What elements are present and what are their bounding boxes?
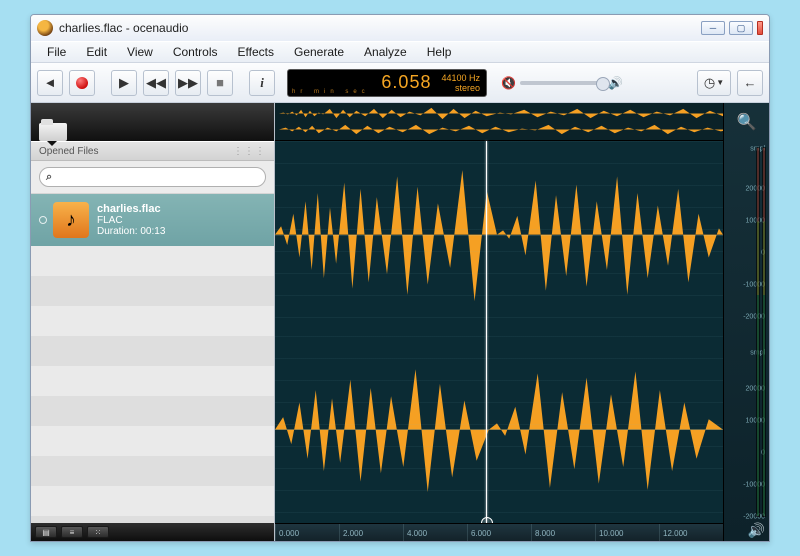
nav-back-button[interactable]: ← [737, 70, 763, 96]
ruler-tick: 4.000 [403, 524, 467, 541]
ruler-tick: 2.000 [339, 524, 403, 541]
skip-back-button[interactable]: ◄ [37, 70, 63, 96]
search-icon: ⌕ [46, 171, 52, 184]
zoom-icon: 🔍 [737, 112, 757, 132]
view-list-button[interactable]: ▤ [35, 526, 57, 538]
volume-control: 🔇 🔊 [501, 76, 623, 90]
meter-l [756, 147, 760, 517]
time-meta: 44100 Hz stereo [441, 73, 480, 93]
ruler-tick: 6.000 [467, 524, 531, 541]
level-meters [753, 141, 769, 541]
output-icon[interactable]: 🔊 [748, 522, 765, 539]
grip-icon[interactable]: ⋮⋮⋮ [233, 146, 266, 157]
menu-effects[interactable]: Effects [228, 45, 284, 59]
history-button[interactable]: ◷▼ [697, 70, 731, 96]
opened-files-label: Opened Files [39, 146, 98, 157]
file-meta: charlies.flac FLAC Duration: 00:13 [97, 203, 165, 237]
menu-generate[interactable]: Generate [284, 45, 354, 59]
toolbar: ◄ ▶ ◀◀ ▶▶ ■ i hr min sec 6.058 44100 Hz … [31, 63, 769, 103]
overview-wave-r [279, 123, 765, 136]
sample-rate: 44100 Hz [441, 73, 480, 83]
file-thumb-icon: ♪ [53, 202, 89, 238]
file-check-icon [39, 216, 47, 224]
volume-slider[interactable] [520, 81, 604, 85]
ruler-tick: 10.000 [595, 524, 659, 541]
menu-analyze[interactable]: Analyze [354, 45, 417, 59]
time-display: hr min sec 6.058 44100 Hz stereo [287, 69, 487, 97]
overview-strip[interactable] [275, 103, 769, 141]
overview-wave-l [279, 107, 765, 120]
app-icon [37, 20, 53, 36]
menu-view[interactable]: View [117, 45, 163, 59]
menu-controls[interactable]: Controls [163, 45, 228, 59]
sidebar: Opened Files ⋮⋮⋮ ⌕ ♪ charlies.flac FLAC … [31, 103, 275, 541]
channel-right [275, 336, 723, 523]
rewind-button[interactable]: ◀◀ [143, 70, 169, 96]
record-icon [76, 77, 88, 89]
mute-icon[interactable]: 🔇 [501, 76, 516, 90]
ruler-tick: 0.000 [275, 524, 339, 541]
waveform-area: 0.000 2.000 4.000 6.000 8.000 10.000 12.… [275, 103, 769, 541]
titlebar[interactable]: charlies.flac - ocenaudio ─ ▢ [31, 15, 769, 41]
time-labels: hr min sec [292, 89, 370, 95]
folder-icon[interactable] [39, 119, 67, 141]
content-area: Opened Files ⋮⋮⋮ ⌕ ♪ charlies.flac FLAC … [31, 103, 769, 541]
menu-file[interactable]: File [37, 45, 76, 59]
minimize-button[interactable]: ─ [701, 21, 725, 35]
file-format: FLAC [97, 215, 165, 226]
stop-button[interactable]: ■ [207, 70, 233, 96]
forward-button[interactable]: ▶▶ [175, 70, 201, 96]
view-grid-button[interactable]: ⁙ [87, 526, 109, 538]
channel-mode: stereo [441, 83, 480, 93]
file-list-empty [31, 246, 274, 523]
time-ruler[interactable]: 0.000 2.000 4.000 6.000 8.000 10.000 12.… [275, 523, 723, 541]
close-button[interactable] [757, 21, 763, 35]
file-name: charlies.flac [97, 203, 165, 215]
playhead[interactable] [486, 141, 487, 523]
channel-left [275, 141, 723, 328]
meter-r [762, 147, 766, 517]
ruler-tick: 12.000 [659, 524, 723, 541]
file-item[interactable]: ♪ charlies.flac FLAC Duration: 00:13 [31, 194, 274, 246]
window-title: charlies.flac - ocenaudio [59, 21, 188, 35]
ruler-tick: 8.000 [531, 524, 595, 541]
play-button[interactable]: ▶ [111, 70, 137, 96]
wave-channels[interactable] [275, 141, 723, 523]
menu-edit[interactable]: Edit [76, 45, 117, 59]
view-detail-button[interactable]: ≡ [61, 526, 83, 538]
app-window: charlies.flac - ocenaudio ─ ▢ File Edit … [30, 14, 770, 542]
menu-help[interactable]: Help [417, 45, 462, 59]
zoom-button[interactable]: 🔍 [724, 103, 769, 141]
sidebar-top [31, 103, 274, 141]
file-duration: Duration: 00:13 [97, 226, 165, 237]
volume-icon[interactable]: 🔊 [608, 76, 623, 90]
info-button[interactable]: i [249, 70, 275, 96]
opened-files-header: Opened Files ⋮⋮⋮ [31, 141, 274, 161]
right-rail: 🔍 smpl 20000 10000 0 -10000 -20000 smpl … [723, 103, 769, 541]
maximize-button[interactable]: ▢ [729, 21, 753, 35]
search-input[interactable]: ⌕ [39, 167, 266, 187]
record-button[interactable] [69, 70, 95, 96]
sidebar-footer: ▤ ≡ ⁙ [31, 523, 274, 541]
menubar: File Edit View Controls Effects Generate… [31, 41, 769, 63]
